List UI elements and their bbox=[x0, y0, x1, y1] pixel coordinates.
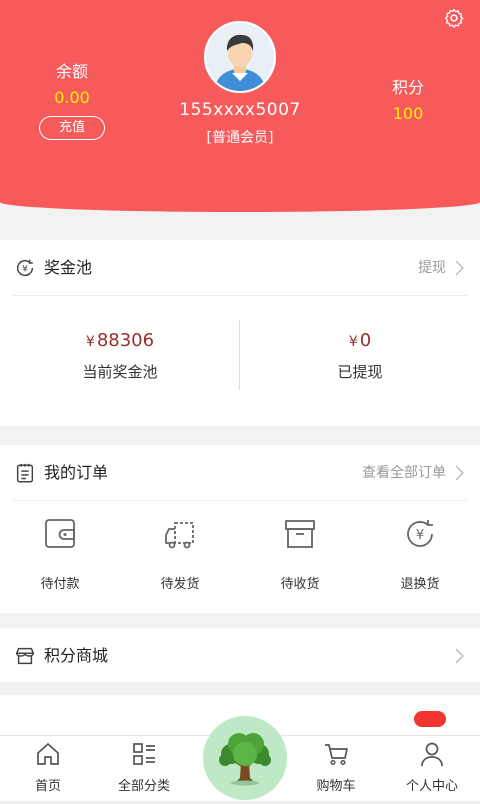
tab-cart[interactable]: 购物车 bbox=[288, 740, 384, 794]
member-level: [普通会员] bbox=[206, 130, 274, 146]
prize-pool-title: 奖金池 bbox=[44, 258, 93, 277]
person-icon bbox=[421, 742, 443, 767]
svg-text:¥: ¥ bbox=[22, 264, 28, 275]
cart-icon bbox=[325, 744, 348, 766]
prize-pool-header: ¥ 奖金池 提现 bbox=[12, 240, 468, 296]
user-avatar-icon bbox=[206, 23, 274, 91]
balance-stat: 余额 0.00 充值 bbox=[32, 62, 112, 140]
order-label: 待付款 bbox=[40, 577, 80, 592]
points-label: 积分 bbox=[391, 78, 424, 97]
points-value: 100 bbox=[392, 104, 424, 123]
home-icon bbox=[37, 743, 59, 765]
points-mall-title: 积分商城 bbox=[44, 646, 109, 665]
order-label: 退换货 bbox=[400, 577, 440, 592]
orders-title: 我的订单 bbox=[44, 463, 109, 482]
current-pool-amount: ¥88306 bbox=[85, 330, 155, 351]
box-icon bbox=[285, 520, 315, 548]
order-returns[interactable]: ¥ 退换货 bbox=[360, 517, 480, 592]
order-pending-shipment[interactable]: 待发货 bbox=[120, 517, 240, 592]
current-pool-label: 当前奖金池 bbox=[82, 363, 158, 381]
points-mall-row[interactable]: 积分商城 bbox=[0, 628, 480, 682]
profile-header: 余额 0.00 充值 155xxxx5007 [普通会员] 积分 100 bbox=[0, 0, 480, 212]
chevron-right-icon[interactable] bbox=[454, 260, 464, 276]
tab-profile[interactable]: 个人中心 bbox=[384, 740, 480, 794]
withdrawn-label: 已提现 bbox=[337, 363, 383, 381]
orders-header[interactable]: 我的订单 查看全部订单 bbox=[12, 445, 468, 501]
points-mall-header[interactable]: 积分商城 bbox=[12, 628, 468, 682]
prize-pool-card: ¥ 奖金池 提现 ¥88306 当前奖金池 ¥0 已提现 bbox=[0, 240, 480, 426]
tab-home[interactable]: 首页 bbox=[0, 740, 96, 794]
truck-icon bbox=[165, 522, 194, 549]
order-label: 待发货 bbox=[160, 577, 200, 592]
view-all-orders-link[interactable]: 查看全部订单 bbox=[362, 462, 446, 484]
yen-refund-icon: ¥ bbox=[407, 520, 433, 547]
order-pending-payment[interactable]: 待付款 bbox=[0, 517, 120, 592]
yen-refresh-icon: ¥ bbox=[17, 259, 34, 277]
balance-value: 0.00 bbox=[54, 88, 90, 107]
orders-card: 我的订单 查看全部订单 待付款 待发货 待收货 ¥ 退换货 bbox=[0, 445, 480, 613]
tab-label: 购物车 bbox=[316, 779, 356, 794]
current-pool: ¥88306 当前奖金池 bbox=[0, 330, 240, 382]
chevron-right-icon[interactable] bbox=[454, 465, 464, 481]
order-pending-receipt[interactable]: 待收货 bbox=[240, 517, 360, 592]
avatar[interactable] bbox=[204, 21, 276, 93]
withdrawn: ¥0 已提现 bbox=[240, 330, 480, 382]
badge bbox=[414, 711, 446, 727]
order-label: 待收货 bbox=[280, 577, 320, 592]
tab-label: 全部分类 bbox=[117, 779, 170, 794]
user-phone: 155xxxx5007 bbox=[179, 100, 301, 120]
recharge-button[interactable]: 充值 bbox=[39, 116, 105, 140]
withdraw-link[interactable]: 提现 bbox=[418, 257, 446, 279]
tab-categories[interactable]: 全部分类 bbox=[96, 740, 192, 794]
tab-label: 首页 bbox=[34, 779, 61, 794]
store-icon bbox=[16, 647, 34, 665]
points-stat[interactable]: 积分 100 bbox=[368, 78, 448, 124]
tree-icon bbox=[219, 733, 271, 786]
tab-label: 个人中心 bbox=[405, 779, 458, 794]
wallet-icon bbox=[45, 519, 75, 548]
balance-label: 余额 bbox=[55, 62, 88, 81]
clipboard-icon bbox=[16, 463, 34, 483]
gear-icon[interactable] bbox=[444, 8, 464, 28]
category-icon bbox=[133, 743, 155, 765]
svg-text:¥: ¥ bbox=[416, 528, 424, 543]
withdrawn-amount: ¥0 bbox=[348, 330, 372, 351]
tree-button[interactable] bbox=[203, 716, 287, 800]
chevron-right-icon[interactable] bbox=[454, 648, 464, 664]
